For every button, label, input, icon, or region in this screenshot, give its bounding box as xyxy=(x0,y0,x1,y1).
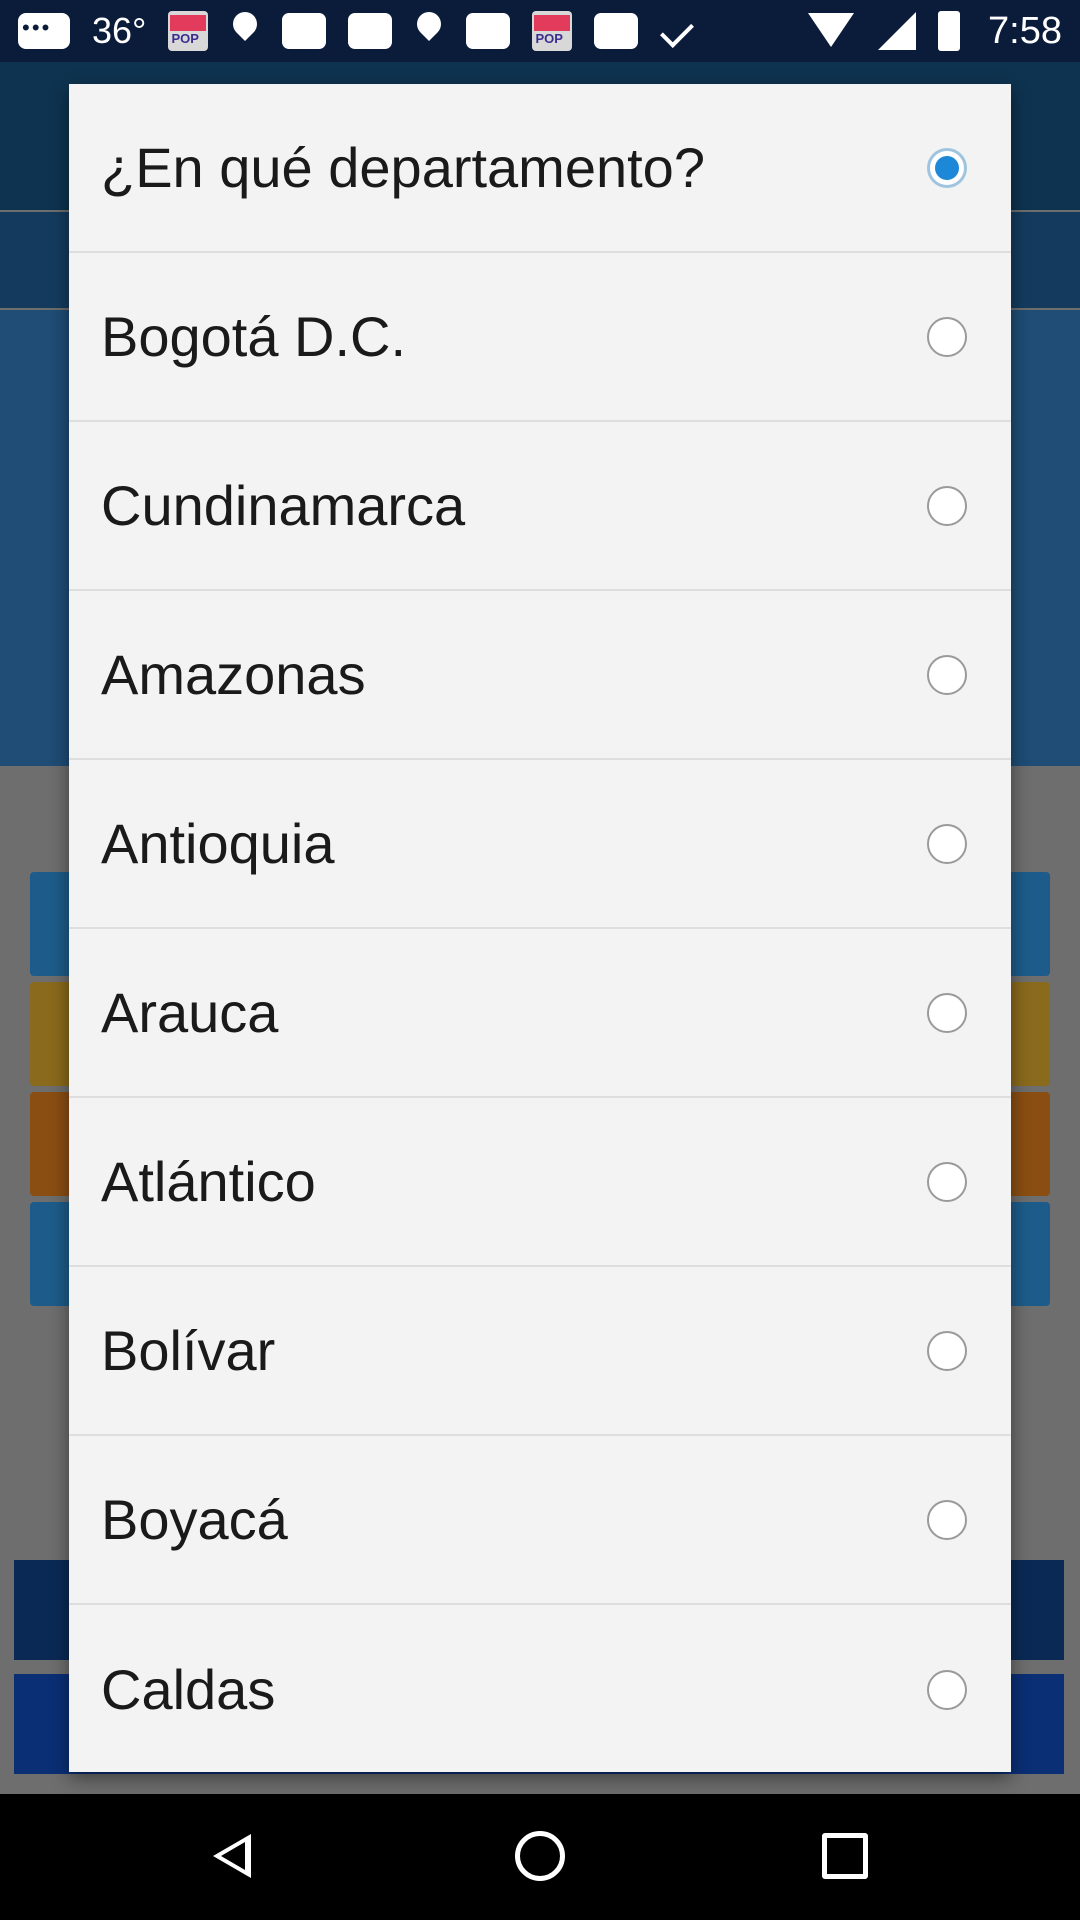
option-label: Amazonas xyxy=(101,643,366,706)
pop-app-icon xyxy=(532,11,573,51)
option-item[interactable]: Boyacá xyxy=(69,1436,1011,1605)
recent-apps-icon[interactable] xyxy=(822,1833,868,1879)
home-icon[interactable] xyxy=(515,1831,565,1881)
location-pin-icon xyxy=(414,12,444,50)
card-icon xyxy=(282,13,327,49)
department-dialog: ¿En qué departamento? Bogotá D.C. Cundinam… xyxy=(69,84,1011,1772)
clock: 7:58 xyxy=(988,9,1062,52)
radio-button[interactable] xyxy=(927,1669,967,1710)
status-bar-notifications: 36° xyxy=(18,10,808,52)
option-item[interactable]: Atlántico xyxy=(69,1098,1011,1267)
option-item[interactable]: Bogotá D.C. xyxy=(69,253,1011,422)
radio-button[interactable] xyxy=(927,316,967,357)
option-label: Bogotá D.C. xyxy=(101,305,407,368)
option-item[interactable]: Bolívar xyxy=(69,1267,1011,1436)
option-label: Bolívar xyxy=(101,1319,276,1382)
option-label: Caldas xyxy=(101,1658,276,1721)
option-label: Antioquia xyxy=(101,812,335,875)
option-label: Arauca xyxy=(101,981,279,1044)
option-label: Cundinamarca xyxy=(101,474,466,537)
radio-button-selected[interactable] xyxy=(927,147,967,188)
radio-button[interactable] xyxy=(927,1330,967,1371)
option-label: Atlántico xyxy=(101,1150,316,1213)
navigation-bar xyxy=(0,1794,1080,1920)
option-item[interactable]: Caldas xyxy=(69,1605,1011,1772)
option-item[interactable]: Antioquia xyxy=(69,760,1011,929)
status-bar-system: 7:58 xyxy=(808,10,1062,53)
radio-button[interactable] xyxy=(927,1499,967,1540)
radio-button[interactable] xyxy=(927,823,967,864)
signal-icon xyxy=(876,12,917,50)
battery-icon xyxy=(938,11,961,51)
radio-button[interactable] xyxy=(927,1161,967,1202)
radio-button[interactable] xyxy=(927,485,967,526)
radio-button[interactable] xyxy=(927,654,967,695)
temperature-text: 36° xyxy=(92,10,147,51)
option-label: ¿En qué departamento? xyxy=(101,136,705,199)
message-icon xyxy=(18,13,70,49)
option-header-question[interactable]: ¿En qué departamento? xyxy=(69,84,1011,253)
status-bar: 36° 7:58 xyxy=(0,0,1080,62)
location-pin-icon xyxy=(230,12,260,50)
option-item[interactable]: Amazonas xyxy=(69,591,1011,760)
radio-button[interactable] xyxy=(927,992,967,1033)
card-icon xyxy=(594,13,639,49)
pop-app-icon xyxy=(168,11,209,51)
wifi-icon xyxy=(808,13,854,49)
back-icon[interactable] xyxy=(213,1834,251,1878)
card-icon xyxy=(466,13,511,49)
option-label: Boyacá xyxy=(101,1488,288,1551)
option-item[interactable]: Cundinamarca xyxy=(69,422,1011,591)
check-icon xyxy=(660,14,704,48)
option-item[interactable]: Arauca xyxy=(69,929,1011,1098)
card-icon xyxy=(348,13,393,49)
